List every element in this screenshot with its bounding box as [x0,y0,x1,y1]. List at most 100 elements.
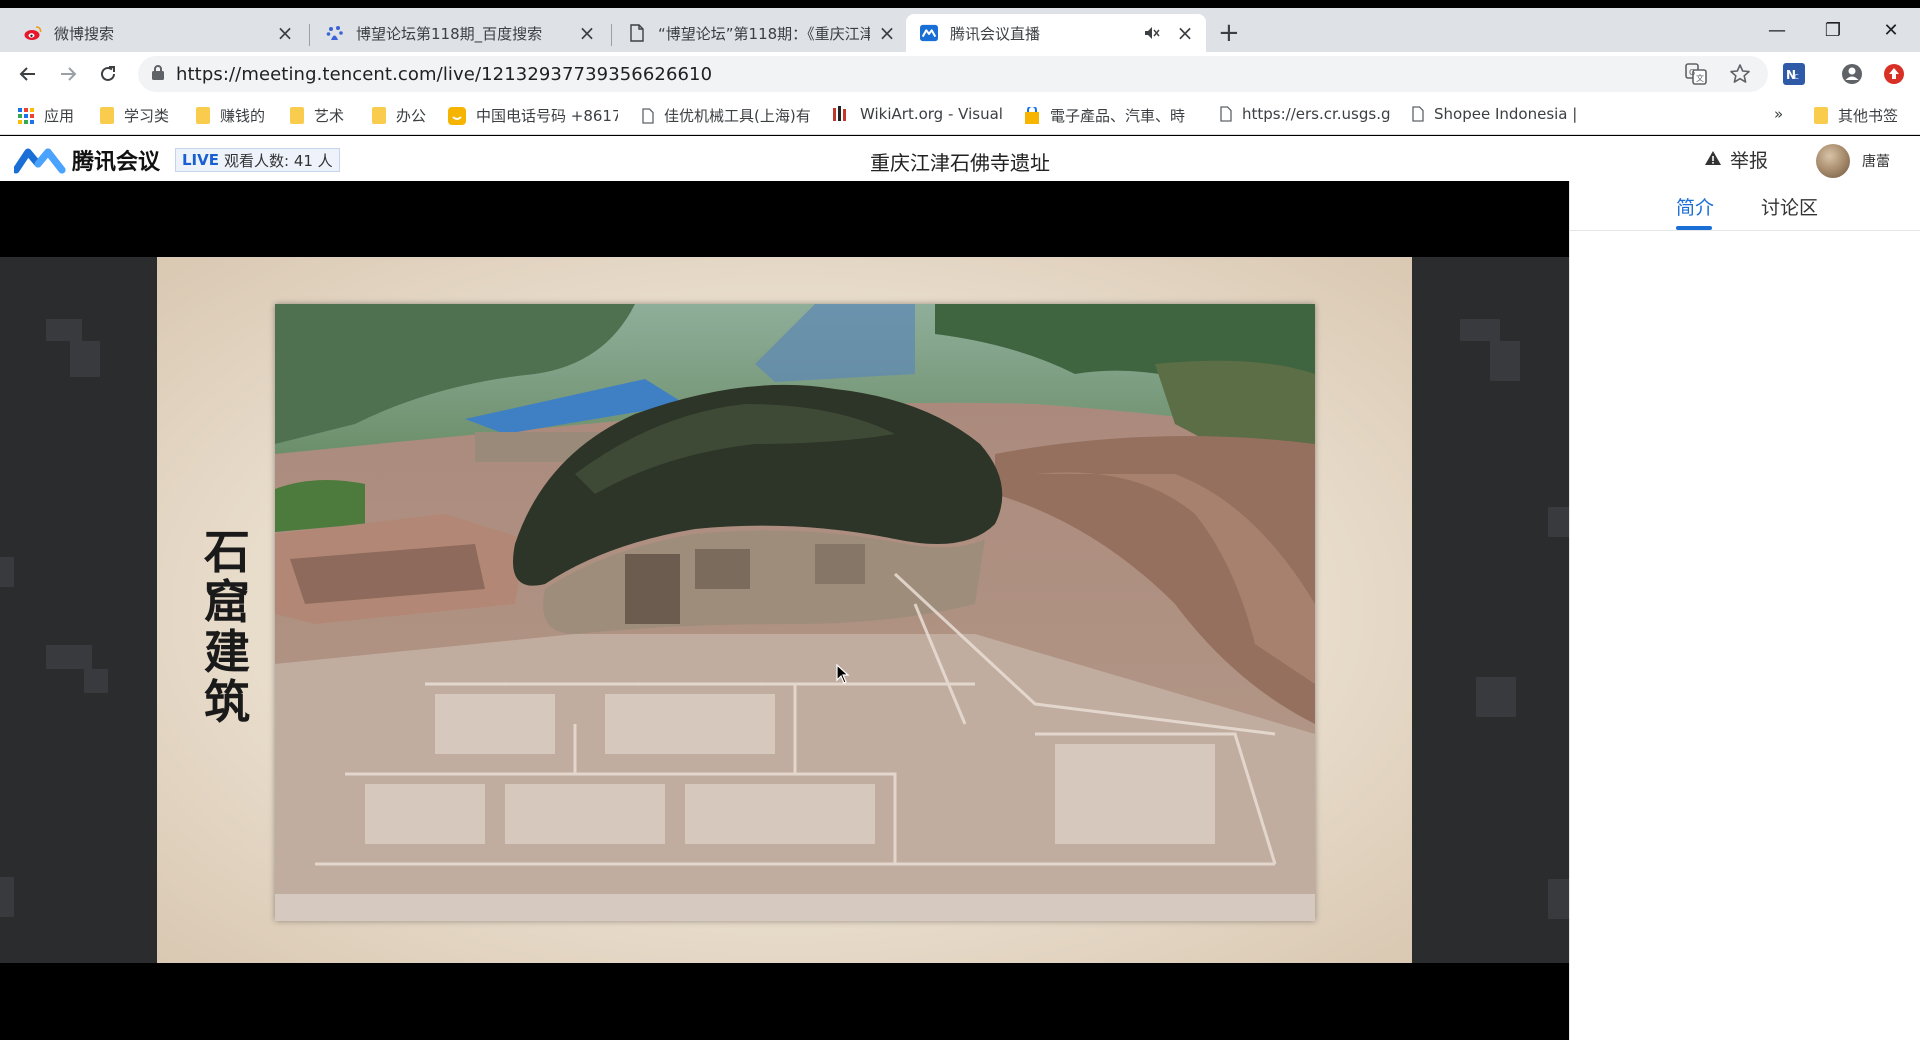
star-bookmark-icon[interactable] [1728,62,1752,86]
browser-toolbar: https://meeting.tencent.com/live/1213293… [0,52,1920,95]
live-viewers-badge: LIVE 观看人数: 41 人 [175,148,340,172]
tab-discussion[interactable]: 讨论区 [1761,193,1818,220]
bookmark-folder-money[interactable]: 赚钱的 [196,105,265,126]
bookmark-label: 佳优机械工具(上海)有 [664,107,811,125]
bookmark-apps[interactable]: 应用 [18,105,74,126]
svg-text:文: 文 [1696,73,1704,83]
forward-button[interactable] [54,60,82,88]
viewer-count: 观看人数: 41 人 [224,151,333,170]
warning-icon [1704,149,1722,171]
bookmark-label: WikiArt.org - Visual [860,105,1002,123]
tab-title: “博望论坛”第118期：《重庆江津 [658,24,870,43]
bookmarks-overflow-button[interactable]: » [1774,105,1783,123]
meeting-title: 重庆江津石佛寺遗址 [870,151,1050,175]
folder-icon [1814,107,1828,124]
speaker-muted-icon[interactable] [1144,26,1160,40]
minimize-button[interactable]: — [1762,20,1792,41]
apps-grid-icon [18,107,34,124]
bookmark-label: 電子產品、汽車、時 [1050,107,1186,125]
browser-tab-article[interactable]: “博望论坛”第118期：《重庆江津 × [614,14,908,52]
reload-button[interactable] [94,60,122,88]
lock-icon [152,64,164,84]
shopping-bag-icon [1024,106,1040,125]
archaeological-site-photo [275,304,1315,921]
bookmark-folder-office[interactable]: 办公 [372,105,426,126]
bookmark-other[interactable]: 其他书签 [1814,105,1898,126]
back-button[interactable] [14,60,42,88]
bookmark-label: 艺术 [314,107,345,125]
browser-tab-strip: 微博搜索 × 博望论坛第118期_百度搜索 × “博望论坛”第118期：《重庆江… [0,8,1920,52]
folder-icon [290,107,304,124]
presentation-slide: 石窟建筑 [157,257,1412,963]
brand-name: 腾讯会议 [72,150,161,175]
live-video-player[interactable]: 石窟建筑 [0,181,1569,1040]
bookmark-shopping[interactable]: 電子產品、汽車、時 [1024,105,1196,126]
bookmark-folder-art[interactable]: 艺术 [290,105,344,126]
side-panel: 简介 讨论区 [1569,181,1920,1040]
close-icon[interactable]: × [1176,23,1194,43]
tab-title: 腾讯会议直播 [950,24,1041,43]
close-icon[interactable]: × [878,23,896,43]
bookmark-wikiart[interactable]: WikiArt.org - Visual [832,105,1002,123]
brand-logo[interactable]: 腾讯会议 [14,144,160,176]
report-button[interactable]: 举报 [1704,146,1768,173]
folder-icon [100,107,114,124]
arrow-right-icon [61,67,77,81]
arrow-left-icon [19,67,35,81]
close-icon[interactable]: × [276,23,294,43]
close-icon[interactable]: × [578,23,596,43]
bookmark-folder-study[interactable]: 学习类 [100,105,169,126]
bookmark-phone-numbers[interactable]: 中国电话号码 +8617 [448,105,618,126]
page-icon [642,107,654,124]
page-icon [628,24,646,42]
update-icon[interactable] [1882,62,1906,86]
restore-button[interactable]: ❐ [1818,20,1848,41]
tencent-meeting-logo-icon [14,148,66,174]
username: 唐蕾 [1862,154,1890,170]
browser-tab-tencent-meeting[interactable]: 腾讯会议直播 × [906,14,1206,52]
tencent-meeting-icon [920,24,938,42]
wikiart-icon [832,105,850,123]
svg-text:G: G [1689,68,1695,77]
bookmark-label: https://ers.cr.usgs.g [1242,105,1390,123]
tab-title: 博望论坛第118期_百度搜索 [356,24,543,43]
bookmark-label: 中国电话号码 +8617 [476,107,618,125]
svg-text:c: c [1794,72,1799,82]
weibo-icon [24,24,42,42]
reload-icon [101,66,115,81]
address-bar[interactable]: https://meeting.tencent.com/live/1213293… [138,56,1768,92]
slide-caption: 石窟建筑 [204,525,250,729]
baidu-paw-icon [326,24,344,42]
url-text: https://meeting.tencent.com/live/1213293… [176,63,713,85]
page-icon [1412,106,1424,122]
browser-tab-weibo[interactable]: 微博搜索 × [10,14,306,52]
bookmark-label: 应用 [44,107,75,125]
bookmark-shopee[interactable]: Shopee Indonesia | [1412,105,1582,123]
close-window-button[interactable]: ✕ [1876,20,1906,41]
extension-icon[interactable]: Nc [1782,62,1806,86]
panel-tabs: 简介 讨论区 [1570,181,1920,231]
bookmark-usgs[interactable]: https://ers.cr.usgs.g [1220,105,1390,123]
tab-intro[interactable]: 简介 [1676,193,1714,220]
bookmark-label: 赚钱的 [220,107,266,125]
smile-icon [448,106,466,125]
browser-tab-baidu[interactable]: 博望论坛第118期_百度搜索 × [312,14,608,52]
report-label: 举报 [1730,150,1769,172]
bookmarks-bar: 应用 学习类 赚钱的 艺术 办公 中国电话号码 +8617 佳优机械工具(上海)… [0,95,1920,135]
bookmark-machinery[interactable]: 佳优机械工具(上海)有 [642,105,812,126]
folder-icon [196,107,210,124]
tab-divider [309,24,310,46]
avatar [1816,144,1850,178]
new-tab-button[interactable]: + [1218,20,1240,46]
meeting-header: 腾讯会议 LIVE 观看人数: 41 人 重庆江津石佛寺遗址 举报 唐蕾 [0,136,1920,181]
folder-icon [372,107,386,124]
mouse-cursor-icon [836,663,850,688]
top-edge [0,0,1920,8]
user-profile[interactable]: 唐蕾 [1816,144,1890,178]
bookmark-label: 办公 [396,107,427,125]
bookmark-label: Shopee Indonesia | [1434,105,1578,123]
bookmark-label: 其他书签 [1838,107,1899,125]
translate-icon[interactable]: G文 [1684,62,1708,86]
account-icon[interactable] [1840,62,1864,86]
tab-title: 微博搜索 [54,24,115,43]
